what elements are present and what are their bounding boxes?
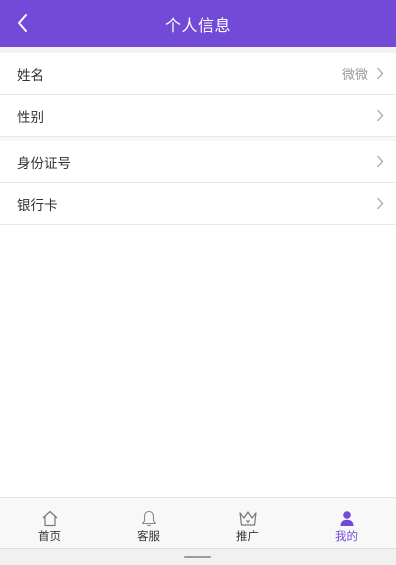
name-value: 微微: [341, 68, 368, 83]
page-title: 个人信息: [164, 15, 231, 35]
chevron-right-icon: [374, 197, 386, 211]
name-label: 姓名: [17, 67, 44, 84]
gender-label: 性别: [17, 109, 44, 126]
tab-mine-label: 我的: [335, 529, 358, 543]
bottom-tab-bar: 首页 客服 推广 我的: [0, 497, 396, 548]
name-row[interactable]: 姓名 微微: [0, 53, 396, 95]
tab-service[interactable]: 客服: [99, 498, 198, 548]
bank-card-row[interactable]: 银行卡: [0, 183, 396, 225]
bank-card-label: 银行卡: [17, 197, 58, 214]
id-card-row[interactable]: 身份证号: [0, 141, 396, 183]
tab-mine[interactable]: 我的: [297, 498, 396, 548]
identity-group: 身份证号 银行卡: [0, 141, 396, 225]
tab-promotion[interactable]: 推广: [198, 498, 297, 548]
tab-home[interactable]: 首页: [0, 498, 99, 548]
basic-info-group: 姓名 微微 性别: [0, 53, 396, 137]
chevron-right-icon: [374, 109, 386, 123]
crown-icon: [238, 509, 258, 527]
back-button[interactable]: [8, 8, 38, 38]
id-card-label: 身份证号: [17, 155, 71, 172]
gender-row[interactable]: 性别: [0, 95, 396, 137]
chevron-right-icon: [374, 67, 386, 81]
home-icon: [40, 509, 60, 527]
person-icon: [337, 509, 357, 527]
chevron-left-icon: [18, 14, 27, 32]
home-indicator[interactable]: [184, 556, 211, 558]
top-bar: 个人信息: [0, 0, 396, 47]
system-gesture-area: [0, 548, 396, 565]
bell-icon: [139, 509, 159, 527]
tab-promotion-label: 推广: [236, 529, 259, 543]
chevron-right-icon: [374, 155, 386, 169]
tab-service-label: 客服: [137, 529, 160, 543]
tab-home-label: 首页: [38, 529, 61, 543]
